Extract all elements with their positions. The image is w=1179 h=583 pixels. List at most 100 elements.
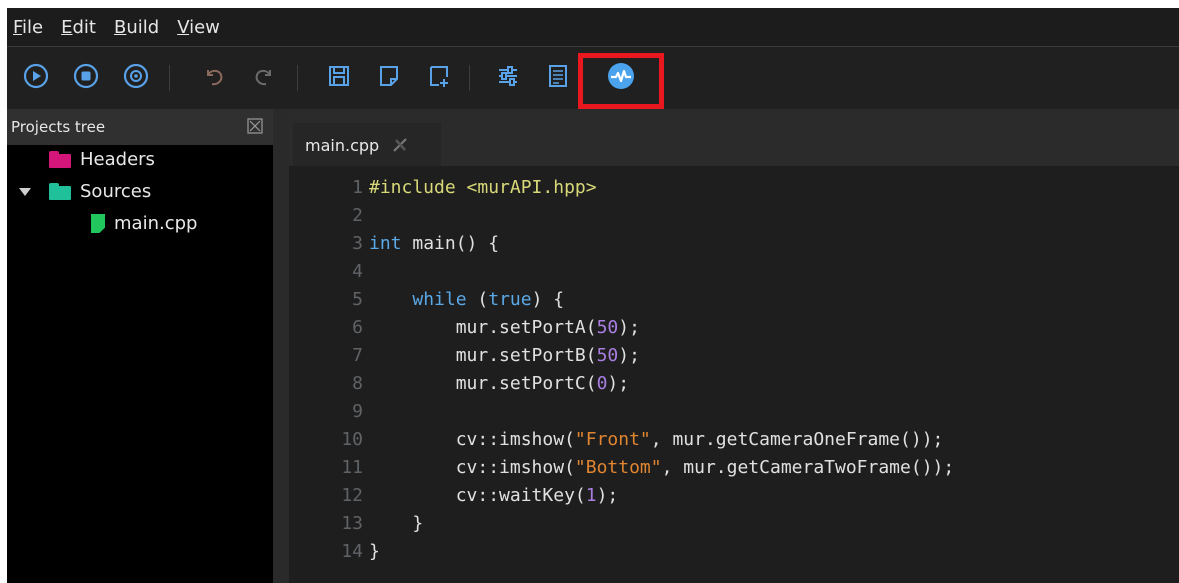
save-button[interactable] <box>322 59 356 93</box>
tree-item-label: Headers <box>80 149 155 170</box>
line-number: 8 <box>352 373 363 394</box>
settings-sliders-icon <box>499 66 517 86</box>
code-line: 8 mur.setPortC(0); <box>289 370 629 397</box>
line-number: 10 <box>341 429 363 450</box>
log-button[interactable] <box>541 59 575 93</box>
code-line: 4 <box>289 258 369 285</box>
code-token: mur.setPortC( <box>369 373 597 394</box>
code-token: , mur.getCameraTwoFrame()); <box>661 457 955 478</box>
ide-window: File Edit Build View Projects tree Heade… <box>7 8 1179 583</box>
code-line: 5 while (true) { <box>289 286 564 313</box>
tab-label: main.cpp <box>305 135 380 155</box>
line-number: 11 <box>341 457 363 478</box>
projects-tree-panel: Projects tree Headers Sources main.cpp <box>7 109 273 583</box>
tab-main-cpp[interactable]: main.cpp <box>293 123 441 167</box>
line-number: 6 <box>352 317 363 338</box>
debug-button[interactable] <box>119 59 153 93</box>
code-line: 14} <box>289 538 380 565</box>
code-token: ( <box>466 289 489 310</box>
code-token: main() { <box>401 233 500 254</box>
code-line: 13 } <box>289 510 423 537</box>
add-file-button[interactable] <box>422 59 456 93</box>
code-token: 1 <box>585 485 597 506</box>
expand-caret-icon[interactable] <box>19 187 31 196</box>
menu-edit[interactable]: Edit <box>61 17 96 38</box>
code-token: "Bottom" <box>574 457 662 478</box>
add-file-icon <box>430 66 448 87</box>
code-token: int <box>369 233 402 254</box>
code-token: "Front" <box>574 429 651 450</box>
code-token: } <box>369 541 380 562</box>
line-number: 4 <box>352 261 363 282</box>
code-line: 2 <box>289 202 369 229</box>
folder-icon <box>49 151 71 168</box>
code-editor[interactable]: 1 #include <murAPI.hpp> 2 3 int main() { 4 5 w… <box>289 166 1179 583</box>
menu-bar: File Edit Build View <box>7 8 1179 46</box>
code-line: 7 mur.setPortB(50); <box>289 342 640 369</box>
line-number: 1 <box>352 177 363 198</box>
toolbar-divider <box>169 65 170 91</box>
code-line: 10 cv::imshow("Front", mur.getCameraOneF… <box>289 426 943 453</box>
menu-view[interactable]: View <box>177 17 220 38</box>
panel-splitter[interactable] <box>273 109 289 583</box>
tree-item-sources[interactable]: Sources <box>19 181 151 202</box>
code-line: 12 cv::waitKey(1); <box>289 482 618 509</box>
line-number: 2 <box>352 205 363 226</box>
line-number: 3 <box>352 233 363 254</box>
line-number: 12 <box>341 485 363 506</box>
code-token: 50 <box>596 345 619 366</box>
code-token: ); <box>607 373 630 394</box>
line-number: 7 <box>352 345 363 366</box>
code-token: , mur.getCameraOneFrame()); <box>650 429 944 450</box>
line-number: 14 <box>341 541 363 562</box>
debug-icon <box>123 63 149 89</box>
code-token: #include <murAPI.hpp> <box>369 177 597 198</box>
tree-item-label: Sources <box>80 181 152 202</box>
stop-icon <box>73 63 99 89</box>
code-line: 1 #include <murAPI.hpp> <box>289 174 597 201</box>
log-icon <box>549 65 567 87</box>
code-token: while <box>412 289 467 310</box>
new-file-button[interactable] <box>372 59 406 93</box>
new-file-icon <box>380 66 398 86</box>
code-line: 3 int main() { <box>289 230 499 257</box>
tree-item-main-cpp[interactable]: main.cpp <box>91 213 197 234</box>
redo-button[interactable] <box>247 59 281 93</box>
file-icon <box>91 214 105 233</box>
menu-file[interactable]: File <box>13 17 43 38</box>
code-token: ); <box>618 317 640 338</box>
toolbar-divider <box>469 65 470 91</box>
undo-button[interactable] <box>197 59 231 93</box>
save-icon <box>329 66 349 86</box>
code-token: 50 <box>596 317 619 338</box>
close-panel-icon[interactable] <box>247 118 263 134</box>
tree-item-label: main.cpp <box>114 213 198 234</box>
code-token: cv::imshow( <box>369 457 575 478</box>
code-line: 6 mur.setPortA(50); <box>289 314 640 341</box>
code-token: ); <box>596 485 619 506</box>
undo-icon <box>207 69 223 86</box>
tree-item-headers[interactable]: Headers <box>49 149 155 170</box>
projects-tree-header: Projects tree <box>7 109 273 145</box>
code-token: mur.setPortA( <box>369 317 597 338</box>
code-token: 0 <box>596 373 608 394</box>
code-token: mur.setPortB( <box>369 345 597 366</box>
stop-button[interactable] <box>69 59 103 93</box>
close-tab-icon[interactable] <box>389 134 411 156</box>
code-line: 9 <box>289 398 369 425</box>
code-token: ); <box>618 345 640 366</box>
highlight-box <box>578 53 664 109</box>
redo-icon <box>255 69 271 86</box>
code-line: 11 cv::imshow("Bottom", mur.getCameraTwo… <box>289 454 954 481</box>
run-button[interactable] <box>19 59 53 93</box>
projects-tree-title: Projects tree <box>11 118 106 136</box>
line-number: 9 <box>352 401 363 422</box>
line-number: 5 <box>352 289 363 310</box>
line-number: 13 <box>341 513 363 534</box>
folder-icon <box>49 183 71 200</box>
code-token: } <box>369 513 424 534</box>
settings-button[interactable] <box>491 59 525 93</box>
menu-build[interactable]: Build <box>114 17 159 38</box>
code-token: cv::waitKey( <box>369 485 586 506</box>
